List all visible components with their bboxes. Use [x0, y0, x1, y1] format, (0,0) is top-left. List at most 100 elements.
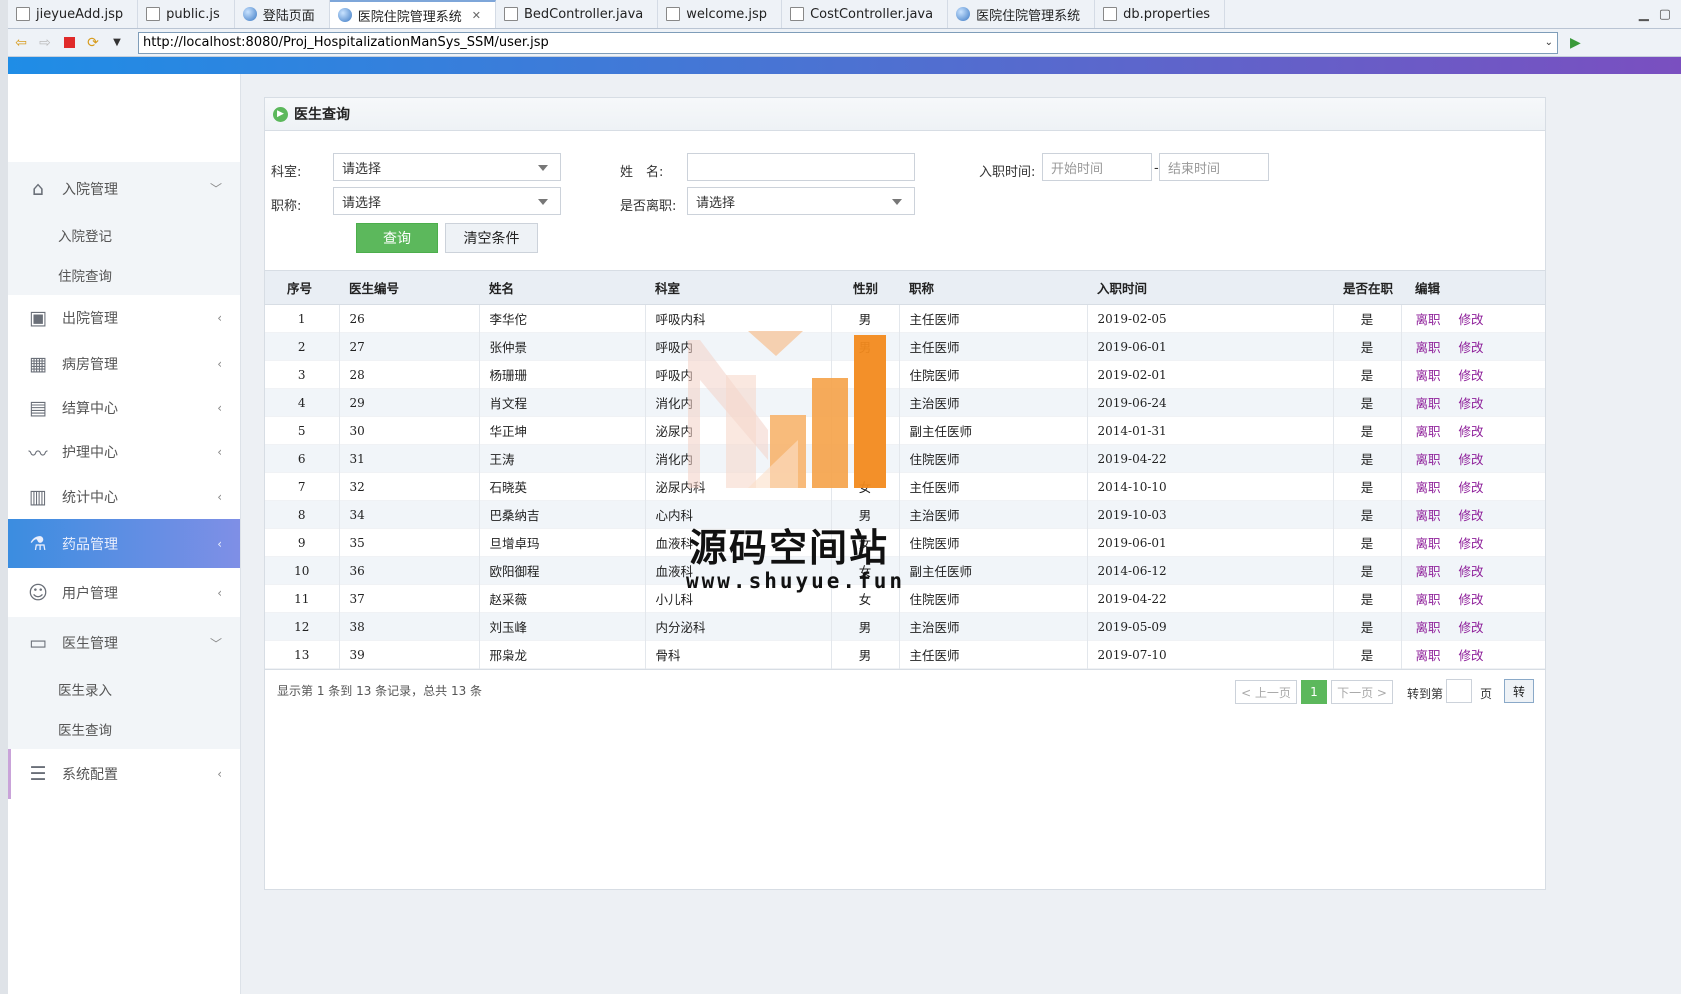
- menu-label: 药品管理: [62, 536, 118, 553]
- menu-item-nursing[interactable]: 〰 护理中心 ‹: [8, 429, 240, 475]
- column-header[interactable]: 医生编号: [339, 270, 479, 305]
- column-header[interactable]: 编辑: [1401, 270, 1545, 305]
- editor-tab[interactable]: jieyueAdd.jsp: [8, 0, 139, 28]
- dept-select[interactable]: 请选择: [333, 153, 561, 181]
- cell-actions: 离职 修改: [1401, 501, 1545, 529]
- name-input[interactable]: [687, 153, 915, 181]
- cell-in-service: 是: [1333, 584, 1402, 613]
- bar-chart-icon: ▥: [29, 486, 47, 508]
- page-1-button[interactable]: 1: [1301, 680, 1327, 704]
- cell-department: 呼吸内科: [645, 304, 832, 333]
- edit-link[interactable]: 修改: [1459, 592, 1484, 607]
- refresh-icon[interactable]: ⟳: [84, 34, 102, 52]
- go-icon[interactable]: ▶: [1570, 35, 1581, 51]
- goto-page-input[interactable]: [1446, 679, 1472, 703]
- column-header[interactable]: 性别: [831, 270, 899, 305]
- menu-item-system[interactable]: ☰ 系统配置 ‹: [11, 749, 240, 799]
- url-input[interactable]: http://localhost:8080/Proj_Hospitalizati…: [138, 31, 1558, 54]
- menu-item-doctors[interactable]: ▭ 医生管理 ﹀: [8, 617, 240, 669]
- prev-page-button[interactable]: < 上一页: [1235, 680, 1297, 704]
- edit-link[interactable]: 修改: [1459, 508, 1484, 523]
- title-select[interactable]: 请选择: [333, 187, 561, 215]
- resign-link[interactable]: 离职: [1416, 648, 1441, 663]
- menu-item-discharge[interactable]: ▣ 出院管理 ‹: [8, 295, 240, 341]
- editor-tab[interactable]: CostController.java: [782, 0, 949, 28]
- edit-link[interactable]: 修改: [1459, 620, 1484, 635]
- resign-link[interactable]: 离职: [1416, 312, 1441, 327]
- close-icon[interactable]: ✕: [472, 9, 481, 22]
- editor-tab[interactable]: 登陆页面: [235, 0, 330, 28]
- editor-tab[interactable]: BedController.java: [496, 0, 659, 28]
- resign-link[interactable]: 离职: [1416, 620, 1441, 635]
- forward-arrow-icon[interactable]: ⇨: [36, 34, 54, 52]
- resign-link[interactable]: 离职: [1416, 480, 1441, 495]
- menu-item-ward[interactable]: ▦ 病房管理 ‹: [8, 341, 240, 387]
- query-button[interactable]: 查询: [356, 223, 438, 253]
- resign-link[interactable]: 离职: [1416, 368, 1441, 383]
- edit-link[interactable]: 修改: [1459, 340, 1484, 355]
- column-header[interactable]: 入职时间: [1087, 270, 1333, 305]
- clear-conditions-button[interactable]: 清空条件: [445, 223, 538, 253]
- cell-row-index: 2: [265, 332, 340, 361]
- menu-item-stats[interactable]: ▥ 统计中心 ‹: [8, 475, 240, 519]
- cell-in-service: 是: [1333, 360, 1402, 389]
- dropdown-caret-icon[interactable]: ▼: [108, 34, 126, 52]
- edit-link[interactable]: 修改: [1459, 368, 1484, 383]
- resign-link[interactable]: 离职: [1416, 452, 1441, 467]
- end-date-input[interactable]: 结束时间: [1159, 153, 1269, 181]
- submenu-item-inpatient-query[interactable]: 住院查询: [8, 255, 240, 295]
- cell-department: 泌尿内科: [645, 472, 832, 501]
- editor-tab[interactable]: 医院住院管理系统: [948, 0, 1096, 28]
- cell-hire-date: 2019-06-24: [1087, 388, 1334, 417]
- column-header[interactable]: 姓名: [479, 270, 645, 305]
- cell-in-service: 是: [1333, 416, 1402, 445]
- resigned-select[interactable]: 请选择: [687, 187, 915, 215]
- column-header[interactable]: 科室: [645, 270, 831, 305]
- next-page-button[interactable]: 下一页 >: [1331, 680, 1393, 704]
- edit-link[interactable]: 修改: [1459, 452, 1484, 467]
- edit-link[interactable]: 修改: [1459, 424, 1484, 439]
- column-header[interactable]: 职称: [899, 270, 1087, 305]
- maximize-icon[interactable]: ▢: [1659, 7, 1671, 22]
- resign-link[interactable]: 离职: [1416, 536, 1441, 551]
- resign-link[interactable]: 离职: [1416, 340, 1441, 355]
- editor-tab[interactable]: welcome.jsp: [658, 0, 783, 28]
- menu-group-main: ▣ 出院管理 ‹ ▦ 病房管理 ‹ ▤ 结算中心 ‹ 〰 护理中心 ‹ ▥ 统计…: [8, 295, 240, 617]
- edit-link[interactable]: 修改: [1459, 480, 1484, 495]
- editor-tab[interactable]: db.properties: [1095, 0, 1226, 28]
- edit-link[interactable]: 修改: [1459, 536, 1484, 551]
- edit-link[interactable]: 修改: [1459, 564, 1484, 579]
- resign-link[interactable]: 离职: [1416, 424, 1441, 439]
- menu-item-drugs[interactable]: ⚗ 药品管理 ‹: [8, 519, 240, 568]
- editor-tab[interactable]: public.js: [138, 0, 235, 28]
- submenu-item-admission-register[interactable]: 入院登记: [8, 215, 240, 255]
- menu-item-users[interactable]: ☺ 用户管理 ‹: [8, 568, 240, 617]
- stop-icon[interactable]: [60, 34, 78, 52]
- submenu-item-doctor-query[interactable]: 医生查询: [8, 709, 240, 749]
- menu-item-settlement[interactable]: ▤ 结算中心 ‹: [8, 387, 240, 429]
- cell-job-title: 住院医师: [899, 528, 1088, 557]
- resign-link[interactable]: 离职: [1416, 508, 1441, 523]
- table-row: 13 39 邢枭龙 骨科男主任医师 2019-07-10 是离职 修改: [265, 640, 1545, 669]
- minimize-icon[interactable]: ▁: [1639, 7, 1649, 22]
- column-header[interactable]: 序号: [265, 270, 339, 305]
- edit-link[interactable]: 修改: [1459, 312, 1484, 327]
- table-row: 9 35 旦增卓玛 血液科女住院医师 2019-06-01 是离职 修改: [265, 528, 1545, 557]
- goto-button[interactable]: 转: [1504, 679, 1534, 703]
- edit-link[interactable]: 修改: [1459, 396, 1484, 411]
- chevron-down-icon[interactable]: ⌄: [1545, 37, 1553, 48]
- back-arrow-icon[interactable]: ⇦: [12, 34, 30, 52]
- menu-item-admission[interactable]: ⌂ 入院管理 ﹀: [8, 162, 240, 215]
- chevron-left-icon: ‹: [217, 311, 222, 325]
- resign-link[interactable]: 离职: [1416, 592, 1441, 607]
- edit-link[interactable]: 修改: [1459, 648, 1484, 663]
- cell-row-index: 1: [265, 304, 340, 333]
- cell-row-index: 10: [265, 556, 340, 585]
- column-header[interactable]: 是否在职: [1333, 270, 1401, 305]
- resign-link[interactable]: 离职: [1416, 396, 1441, 411]
- start-date-input[interactable]: 开始时间: [1042, 153, 1152, 181]
- editor-tab[interactable]: 医院住院管理系统 ✕: [329, 0, 496, 28]
- submenu-item-doctor-entry[interactable]: 医生录入: [8, 669, 240, 709]
- resign-link[interactable]: 离职: [1416, 564, 1441, 579]
- cell-gender: [831, 388, 900, 417]
